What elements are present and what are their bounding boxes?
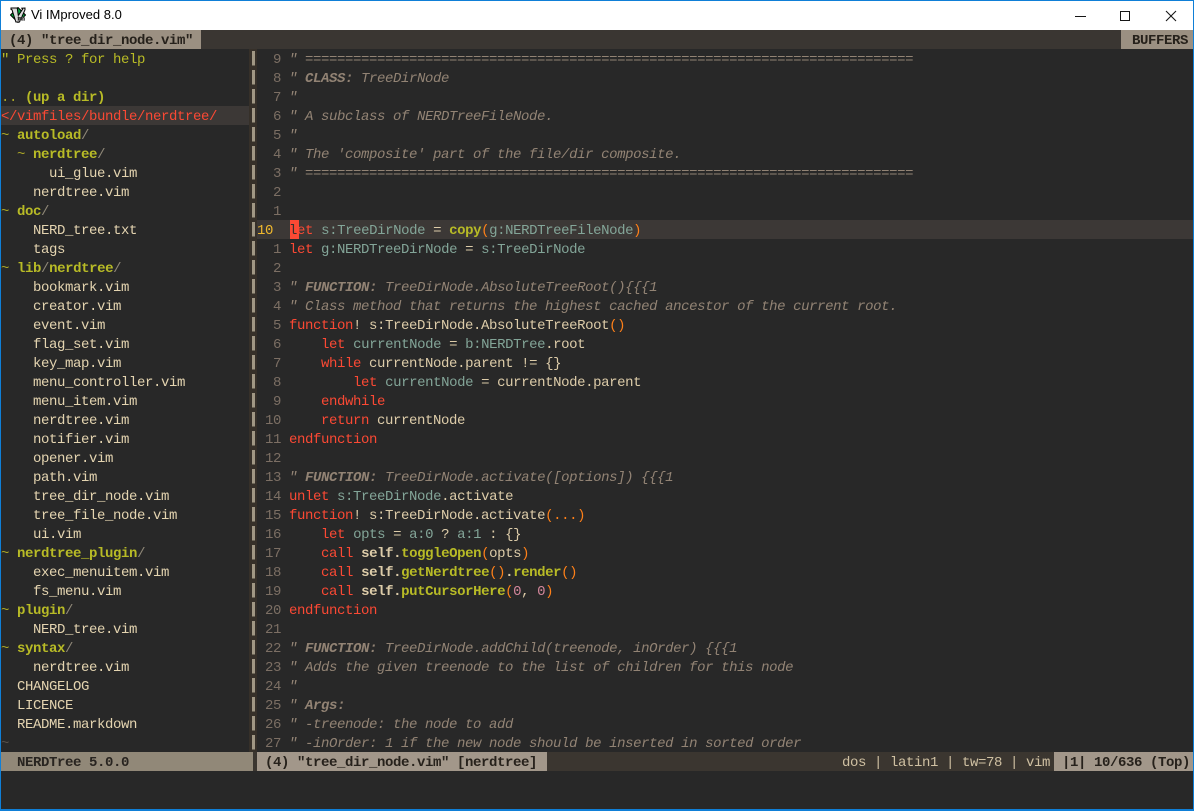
svg-text:im: im — [17, 14, 26, 23]
